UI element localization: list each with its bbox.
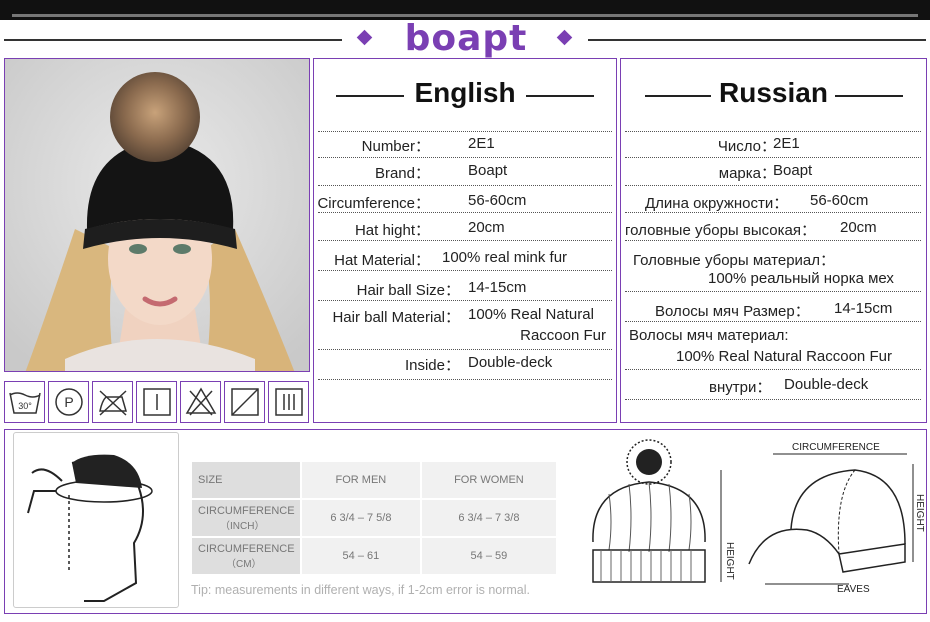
diamond-icon [356,29,373,46]
care-symbols: 30° P [4,381,310,423]
english-label-inside: Inside： [404,357,460,374]
russian-value-number: 2E1 [773,135,800,152]
beanie-height-label: HEIGHT [724,542,735,580]
size-table: SIZE FOR MEN FOR WOMEN CIRCUMFERENCE （INC… [190,460,558,576]
women-inch: 6 3/4 – 7 3/8 [421,500,556,536]
size-guide: SIZE FOR MEN FOR WOMEN CIRCUMFERENCE （INC… [4,429,927,614]
russian-label-hair-ball-material: Волосы мяч материал: [629,327,789,344]
line-dry-icon [136,381,177,423]
english-value-hat-material: 100% real mink fur [442,249,568,266]
diamond-icon [556,29,573,46]
tumble-shade-icon [268,381,309,423]
no-iron-icon [92,381,133,423]
english-label-hat-material: Hat Material： [334,252,430,269]
english-value-circumference: 56-60cm [468,192,527,209]
no-bleach-icon [180,381,221,423]
russian-title: Russian [621,77,926,109]
english-title: English [314,77,616,109]
women-header: FOR WOMEN [421,462,556,498]
english-value-hair-ball-size: 14-15cm [468,279,527,296]
russian-label-hat-height: головные уборы высокая： [625,222,816,239]
product-photo [4,58,310,372]
row-unit: （INCH） [220,520,265,532]
measurement-tip: Tip: measurements in different ways, if … [191,583,531,597]
cap-diagram: CIRCUMFERENCE HEIGHT EAVES [748,442,925,595]
wash-30-icon: 30° [4,381,45,423]
russian-value-hat-height: 20cm [840,219,877,236]
russian-value-hat-material: 100% реальный норка мех [708,270,894,287]
russian-value-brand: Boapt [773,162,813,179]
cap-height-label: HEIGHT [914,494,925,532]
dry-clean-p-icon: P [48,381,89,423]
cap-circumference-label: CIRCUMFERENCE [792,442,880,453]
size-header: SIZE [192,462,300,498]
men-header: FOR MEN [302,462,420,498]
english-label-hat-hight: Hat hight： [354,222,430,239]
header-rule-left [4,39,342,41]
row-label: CIRCUMFERENCE [198,542,295,555]
english-label-hair-ball-material: Hair ball Material： [332,309,460,326]
top-bar [0,0,930,20]
english-value-hair-ball-material-line2: Raccoon Fur [520,327,606,344]
table-row: CIRCUMFERENCE （INCH） 6 3/4 – 7 5/8 6 3/4 … [192,500,556,536]
svg-text:P: P [64,394,73,410]
english-value-brand: Boapt [468,162,508,179]
drip-dry-icon [224,381,265,423]
brand-header: boapt [0,18,930,59]
russian-label-inside: внутри： [709,379,772,396]
russian-label-brand: марка： [718,165,776,182]
english-label-circumference: Circumference： [317,195,430,212]
women-cm: 54 – 59 [421,538,556,574]
english-value-inside: Double-deck [468,354,553,371]
russian-label-hat-material: Головные уборы материал： [633,252,836,269]
russian-label-circumference: Длина окружности： [645,195,789,212]
english-label-number: Number： [361,138,430,155]
english-value-number: 2E1 [468,135,495,152]
english-value-hair-ball-material: 100% Real Natural [468,306,594,323]
row-label: CIRCUMFERENCE [198,504,295,517]
russian-label-hair-ball-size: Волосы мяч Размер： [655,303,810,320]
men-cm: 54 – 61 [302,538,420,574]
russian-value-hair-ball-material: 100% Real Natural Raccoon Fur [676,348,892,365]
header-rule-right [588,39,926,41]
english-label-brand: Brand： [374,165,430,182]
russian-label-number: Число： [717,138,776,155]
english-label-hair-ball-size: Hair ball Size： [356,282,460,299]
russian-value-circumference: 56-60cm [810,192,869,209]
table-row: CIRCUMFERENCE （CM） 54 – 61 54 – 59 [192,538,556,574]
english-value-hat-hight: 20cm [468,219,505,236]
english-spec-panel: English Number： 2E1 Brand： Boapt Circumf… [313,58,617,423]
brand-logo: boapt [404,18,528,59]
russian-value-inside: Double-deck [784,376,869,393]
row-unit: （CM） [226,558,262,570]
russian-value-hair-ball-size: 14-15cm [834,300,893,317]
cap-eaves-label: EAVES [837,584,870,595]
beanie-diagram: HEIGHT [592,439,735,583]
russian-spec-panel: Russian Число： 2E1 марка： Boapt Длина ок… [620,58,927,423]
men-inch: 6 3/4 – 7 5/8 [302,500,420,536]
svg-text:30°: 30° [18,401,32,411]
head-measure-diagram [13,432,179,608]
